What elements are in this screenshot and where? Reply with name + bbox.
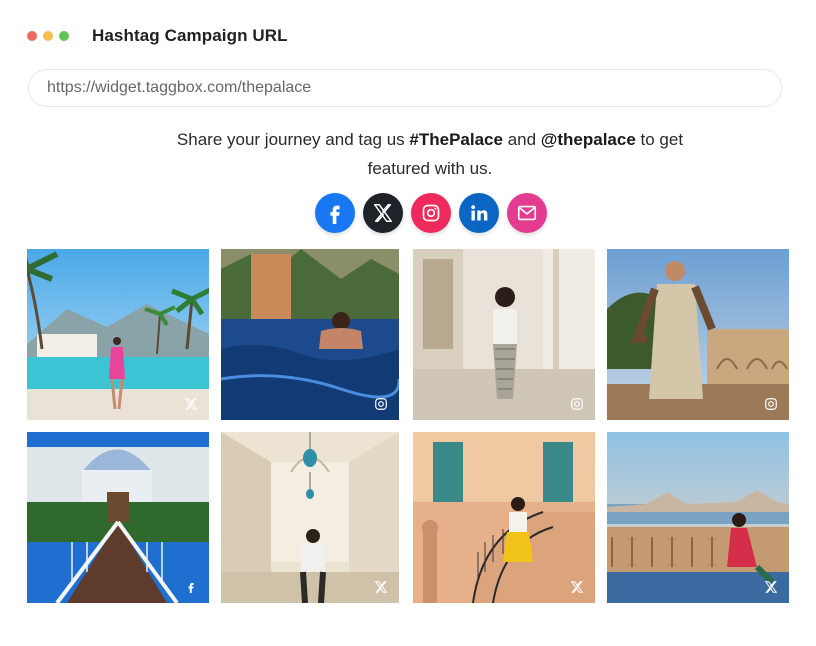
source-badge <box>569 396 585 412</box>
post-card[interactable] <box>607 249 789 420</box>
tagline-text-1: Share your journey and tag us <box>176 130 410 149</box>
post-card[interactable] <box>27 432 209 603</box>
source-badge <box>183 396 199 412</box>
minimize-dot[interactable] <box>43 31 53 41</box>
x-icon <box>764 581 778 593</box>
source-badge <box>373 579 389 595</box>
email-icon <box>517 205 537 221</box>
post-card[interactable] <box>607 432 789 603</box>
facebook-icon <box>330 205 340 224</box>
share-buttons <box>315 193 547 233</box>
facebook-share-button[interactable] <box>315 193 355 233</box>
x-icon <box>374 204 392 222</box>
facebook-icon <box>188 583 194 593</box>
x-icon <box>570 581 584 593</box>
close-dot[interactable] <box>27 31 37 41</box>
instagram-icon <box>765 398 777 410</box>
hashtag: #ThePalace <box>409 130 503 149</box>
post-photo <box>221 432 399 603</box>
post-card[interactable] <box>413 249 595 420</box>
x-icon <box>184 398 198 410</box>
post-card[interactable] <box>413 432 595 603</box>
source-badge <box>373 396 389 412</box>
url-text: https://widget.taggbox.com/thepalace <box>47 79 312 96</box>
email-share-button[interactable] <box>507 193 547 233</box>
post-photo <box>27 249 209 420</box>
window-controls <box>27 24 75 48</box>
linkedin-share-button[interactable] <box>459 193 499 233</box>
post-photo <box>607 432 789 603</box>
window-title: Hashtag Campaign URL <box>92 26 288 45</box>
post-photo <box>221 249 399 420</box>
source-badge <box>763 579 779 595</box>
source-badge <box>183 579 199 595</box>
post-card[interactable] <box>221 432 399 603</box>
maximize-dot[interactable] <box>59 31 69 41</box>
post-photo <box>607 249 789 420</box>
campaign-tagline: Share your journey and tag us #ThePalace… <box>0 125 816 183</box>
post-photo <box>27 432 209 603</box>
x-icon <box>374 581 388 593</box>
source-badge <box>763 396 779 412</box>
handle: @thepalace <box>540 130 636 149</box>
tagline-text-2: and <box>502 130 541 149</box>
instagram-share-button[interactable] <box>411 193 451 233</box>
instagram-icon <box>422 204 440 222</box>
post-card[interactable] <box>221 249 399 420</box>
linkedin-icon <box>471 205 488 221</box>
instagram-icon <box>375 398 387 410</box>
x-share-button[interactable] <box>363 193 403 233</box>
post-photo <box>413 249 595 420</box>
post-photo <box>413 432 595 603</box>
url-field[interactable]: https://widget.taggbox.com/thepalace <box>28 69 782 107</box>
instagram-icon <box>571 398 583 410</box>
post-card[interactable] <box>27 249 209 420</box>
source-badge <box>569 579 585 595</box>
